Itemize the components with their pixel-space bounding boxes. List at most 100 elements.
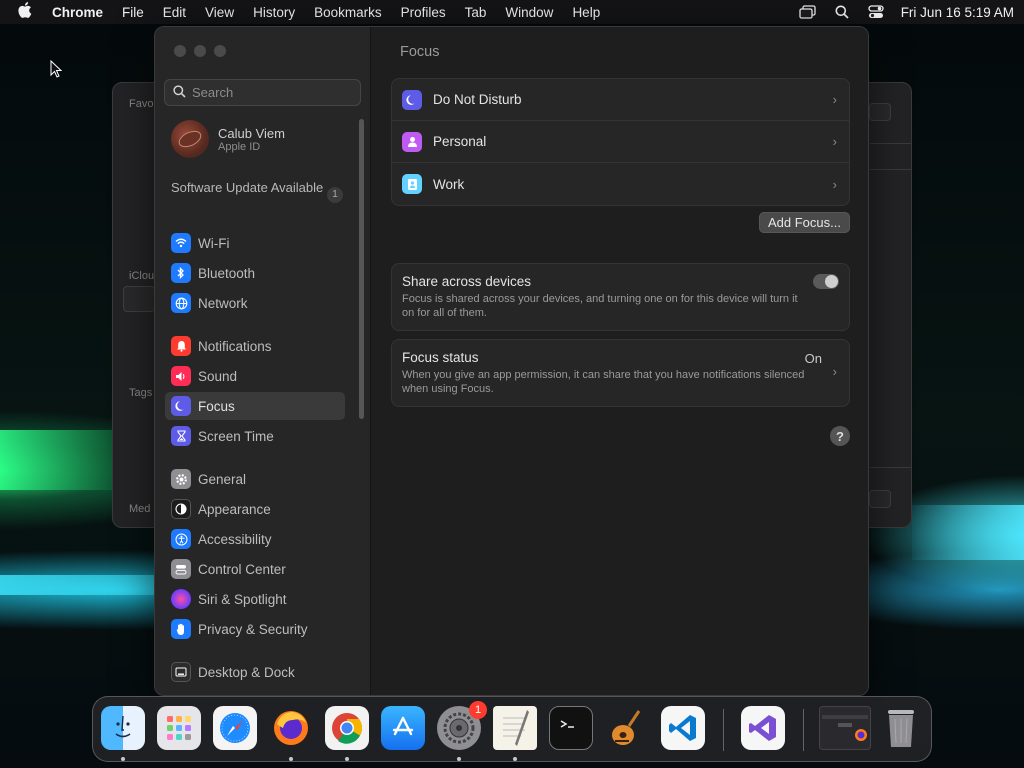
menu-tab[interactable]: Tab — [465, 5, 487, 20]
divider — [870, 143, 912, 144]
siri-icon — [171, 589, 191, 609]
focus-mode-do-not-disturb[interactable]: Do Not Disturb › — [392, 79, 849, 121]
minimize-window-button[interactable] — [194, 45, 206, 57]
menu-window[interactable]: Window — [505, 5, 553, 20]
control-center-icon — [171, 559, 191, 579]
dock-separator — [803, 709, 804, 751]
menu-history[interactable]: History — [253, 5, 295, 20]
software-update-label: Software Update Available — [171, 180, 324, 195]
profile-name: Calub Viem — [218, 125, 285, 141]
running-indicator — [345, 757, 349, 761]
bluetooth-icon — [171, 263, 191, 283]
sidebar-item-label: Desktop & Dock — [198, 664, 295, 680]
add-focus-button[interactable]: Add Focus... — [759, 212, 850, 233]
divider — [870, 169, 912, 170]
focus-pane: Focus Do Not Disturb › Personal › Work ›… — [371, 27, 868, 695]
chevron-right-icon: › — [832, 92, 837, 107]
page-title: Focus — [400, 44, 440, 60]
sidebar-item-focus[interactable]: Focus — [165, 392, 345, 420]
sidebar-item-network[interactable]: Network — [165, 289, 345, 317]
divider — [870, 467, 912, 468]
focus-status-value: On — [804, 351, 822, 366]
hand-icon — [171, 619, 191, 639]
chevron-right-icon: › — [832, 364, 837, 379]
sidebar-item-general[interactable]: General — [165, 465, 345, 493]
dock: 1 — [92, 696, 932, 762]
sidebar-item-label: Screen Time — [198, 428, 274, 444]
safari-icon[interactable] — [213, 706, 257, 750]
menu-profiles[interactable]: Profiles — [401, 5, 446, 20]
help-button[interactable]: ? — [830, 426, 850, 446]
background-button[interactable] — [869, 490, 891, 508]
sidebar-selected-item[interactable] — [123, 286, 155, 312]
speaker-icon — [171, 366, 191, 386]
share-across-devices-title: Share across devices — [402, 274, 532, 289]
menu-edit[interactable]: Edit — [163, 5, 186, 20]
close-window-button[interactable] — [174, 45, 186, 57]
chevron-right-icon: › — [832, 134, 837, 149]
sidebar-item-desktop-dock[interactable]: Desktop & Dock — [165, 658, 345, 686]
sidebar-item-label: Sound — [198, 368, 238, 384]
sidebar-item-appearance[interactable]: Appearance — [165, 495, 345, 523]
apple-id-profile[interactable]: Calub Viem Apple ID — [171, 120, 285, 158]
system-settings-icon[interactable]: 1 — [437, 701, 487, 750]
appearance-icon — [171, 499, 191, 519]
sidebar-item-bluetooth[interactable]: Bluetooth — [165, 259, 345, 287]
menu-file[interactable]: File — [122, 5, 144, 20]
globe-icon — [171, 293, 191, 313]
profile-subtitle: Apple ID — [218, 140, 261, 153]
focus-mode-label: Personal — [433, 134, 487, 149]
search-input[interactable] — [192, 85, 352, 100]
sidebar-item-label: Network — [198, 295, 248, 311]
vscode-icon[interactable] — [661, 706, 705, 750]
sidebar-item-label: Wi-Fi — [198, 235, 230, 251]
wifi-icon — [171, 233, 191, 253]
sidebar-item-screen-time[interactable]: Screen Time — [165, 422, 345, 450]
textedit-icon[interactable] — [493, 706, 537, 750]
sidebar-item-accessibility[interactable]: Accessibility — [165, 525, 345, 553]
firefox-icon[interactable] — [269, 706, 313, 750]
focus-status-row[interactable]: Focus status When you give an app permis… — [392, 340, 849, 406]
menu-bookmarks[interactable]: Bookmarks — [314, 5, 382, 20]
menu-help[interactable]: Help — [572, 5, 600, 20]
control-center-icon[interactable] — [867, 4, 885, 20]
finder-icon[interactable] — [101, 706, 145, 750]
menu-bar-clock[interactable]: Fri Jun 16 5:19 AM — [901, 5, 1014, 20]
menu-view[interactable]: View — [205, 5, 234, 20]
chevron-right-icon: › — [832, 176, 837, 192]
terminal-icon[interactable] — [549, 706, 593, 750]
launchpad-icon[interactable] — [157, 706, 201, 750]
sidebar-scrollbar[interactable] — [359, 119, 364, 419]
focus-status-group: Focus status When you give an app permis… — [391, 339, 850, 407]
screen-mirroring-icon[interactable] — [799, 4, 817, 20]
share-across-devices-description: Focus is shared across your devices, and… — [402, 293, 798, 319]
system-settings-window: Calub Viem Apple ID Software Update Avai… — [154, 26, 869, 696]
focus-mode-work[interactable]: Work › — [392, 163, 849, 205]
sidebar-item-label: Notifications — [198, 338, 272, 354]
search-icon[interactable] — [833, 4, 851, 20]
menu-app-chrome[interactable]: Chrome — [52, 5, 103, 20]
person-icon — [402, 131, 422, 152]
trash-icon[interactable] — [879, 706, 923, 750]
chrome-icon[interactable] — [325, 706, 369, 750]
sidebar-item-privacy-security[interactable]: Privacy & Security — [165, 615, 345, 643]
garageband-icon[interactable] — [605, 706, 649, 750]
sidebar-search-field[interactable] — [164, 79, 361, 106]
sidebar-item-siri-spotlight[interactable]: Siri & Spotlight — [165, 585, 345, 613]
sidebar-item-control-center[interactable]: Control Center — [165, 555, 345, 583]
sidebar-item-wifi[interactable]: Wi-Fi — [165, 229, 345, 257]
focus-mode-personal[interactable]: Personal › — [392, 121, 849, 163]
sidebar-item-sound[interactable]: Sound — [165, 362, 345, 390]
zoom-window-button[interactable] — [214, 45, 226, 57]
software-update-item[interactable]: Software Update Available 1 — [171, 180, 343, 203]
app-store-icon[interactable] — [381, 706, 425, 750]
share-across-devices-toggle[interactable] — [813, 274, 839, 289]
sidebar-item-label: General — [198, 471, 247, 487]
share-across-devices-setting: Share across devices Focus is shared acr… — [392, 264, 849, 330]
sidebar-item-notifications[interactable]: Notifications — [165, 332, 345, 360]
hourglass-icon — [171, 426, 191, 446]
visual-studio-icon[interactable] — [741, 706, 785, 750]
background-search-field[interactable] — [869, 103, 891, 121]
apple-icon[interactable] — [18, 2, 34, 22]
firefox-window-thumbnail[interactable] — [819, 706, 871, 750]
